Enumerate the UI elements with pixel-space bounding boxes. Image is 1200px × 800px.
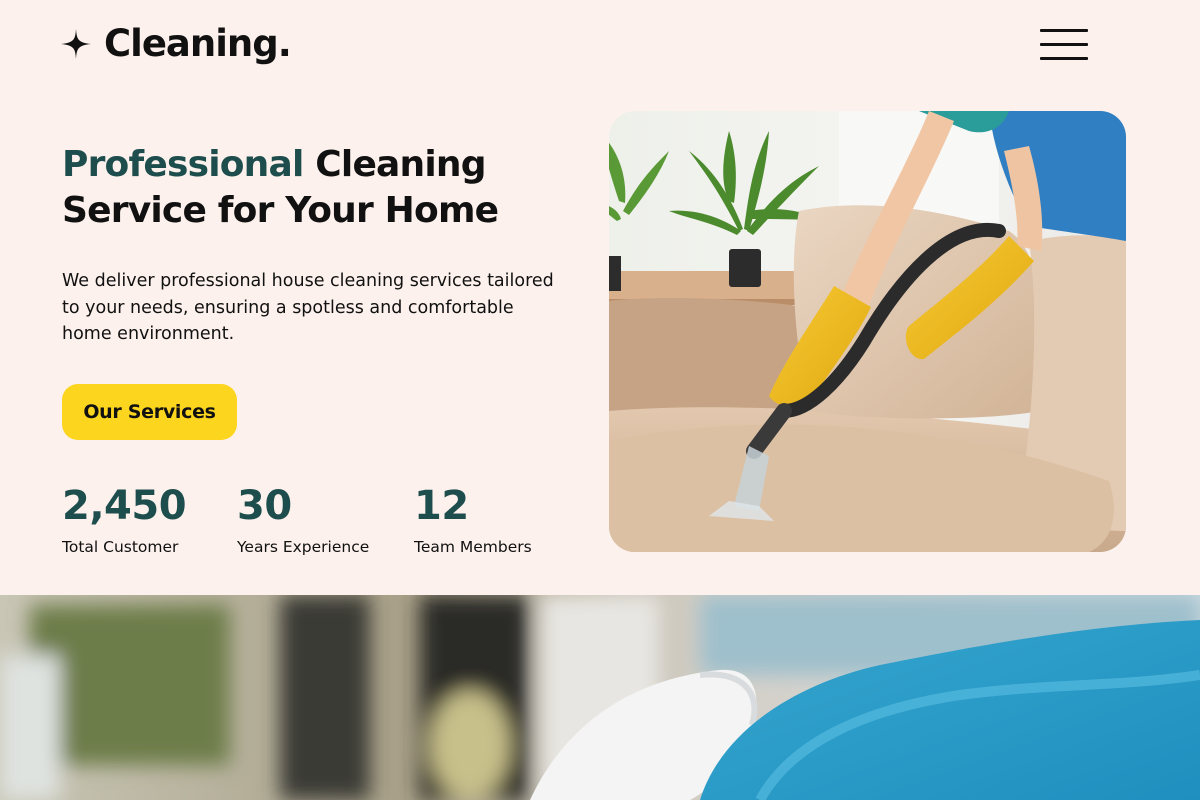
stat-value: 30 (237, 483, 292, 529)
hero-description: We deliver professional house cleaning s… (62, 271, 554, 344)
stats-row: 2,450 Total Customer 30 Years Experience… (0, 478, 600, 568)
stat-label: Total Customer (62, 538, 179, 556)
stat-label: Team Members (414, 538, 532, 556)
hero-title-rest: Cleaning (303, 144, 486, 185)
banner-image (0, 595, 1200, 800)
hamburger-menu-icon[interactable] (1040, 28, 1088, 62)
stat-value: 12 (414, 483, 469, 529)
hero-image (609, 111, 1126, 552)
brand-logo[interactable]: Cleaning. (60, 22, 292, 65)
stat-team-members: 12 Team Members (414, 478, 532, 556)
sparkle-icon (60, 28, 92, 60)
our-services-button[interactable]: Our Services (62, 384, 237, 440)
stat-value: 2,450 (62, 483, 187, 529)
stat-label: Years Experience (237, 538, 370, 556)
hero-title-accent: Professional (62, 144, 304, 185)
hero-title: Professional Cleaning Service for Your H… (62, 142, 562, 234)
hero-title-line2: Service for Your Home (62, 190, 499, 231)
brand-name: Cleaning. (104, 22, 292, 65)
stat-total-customer: 2,450 Total Customer (62, 478, 187, 556)
site-header: Cleaning. (0, 0, 1200, 92)
stat-years-experience: 30 Years Experience (237, 478, 369, 556)
